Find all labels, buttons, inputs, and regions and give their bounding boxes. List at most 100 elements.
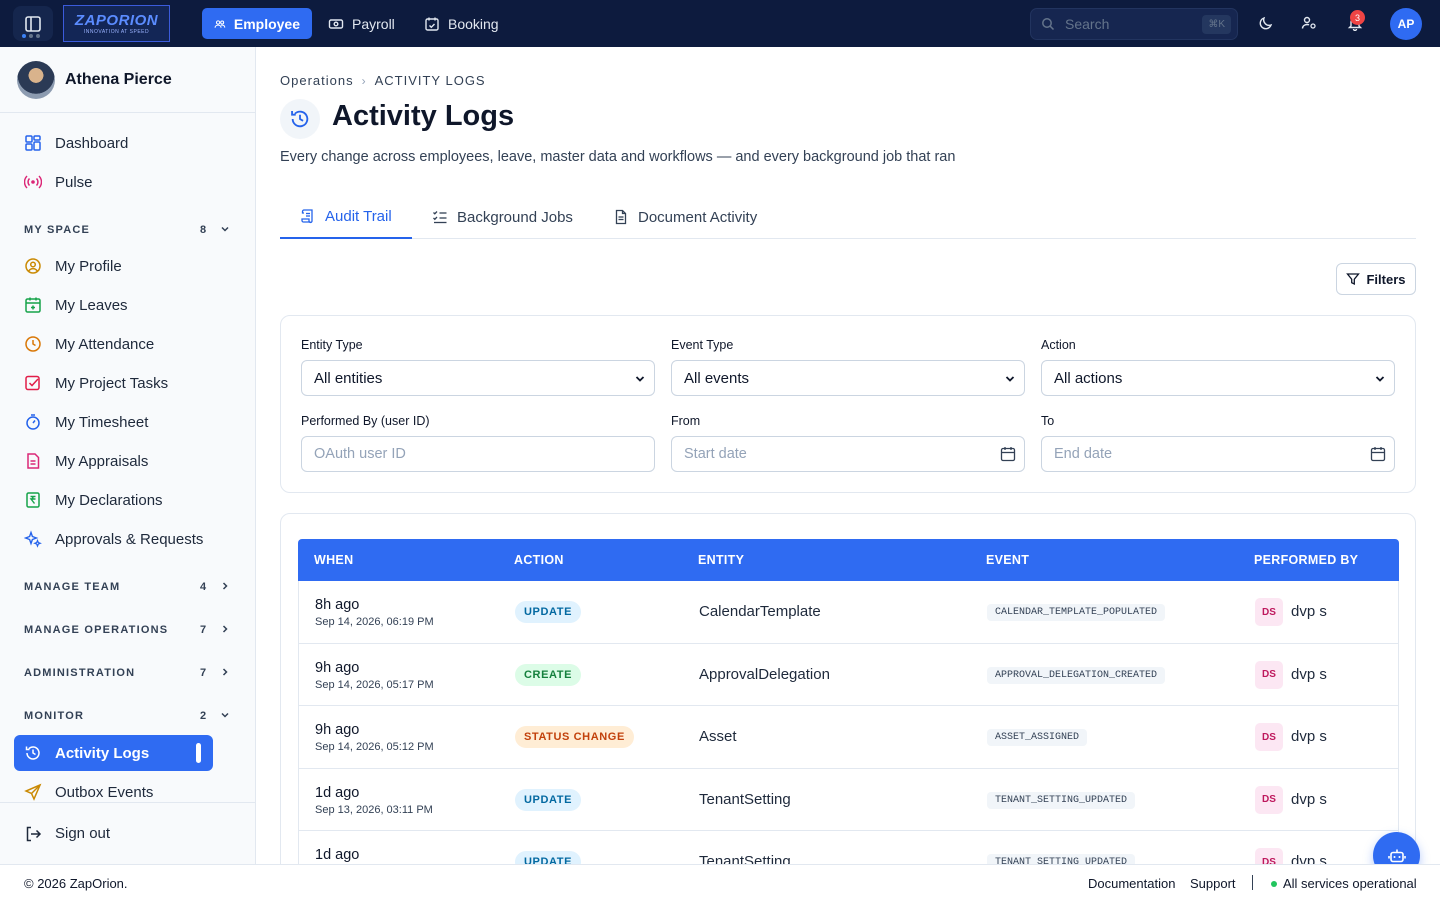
sidebar-user[interactable]: Athena Pierce (0, 47, 255, 113)
performed-by-placeholder: OAuth user ID (314, 446, 406, 462)
logo-wordmark: ZAPORION (74, 12, 159, 29)
filters-label: Filters (1366, 271, 1406, 287)
sidebar-item-pulse[interactable]: Pulse (14, 164, 213, 200)
sidebar-item-my-attendance[interactable]: My Attendance (14, 326, 213, 362)
column-header[interactable]: ACTION (514, 539, 564, 581)
table-row[interactable]: 9h ago Sep 14, 2026, 05:12 PM STATUS CHA… (298, 706, 1399, 769)
entity-type-select[interactable]: All entities (301, 360, 655, 396)
performer-name: dvp s (1291, 790, 1327, 808)
file-text-icon (615, 209, 627, 225)
event-code: APPROVAL_DELEGATION_CREATED (987, 666, 1166, 684)
sidebar-item-my-profile[interactable]: My Profile (14, 248, 213, 284)
column-header[interactable]: EVENT (986, 539, 1029, 581)
action-value: All actions (1054, 369, 1123, 387)
avatar: DS (1255, 660, 1283, 689)
when-absolute: Sep 14, 2026, 06:19 PM (315, 616, 434, 628)
table-row[interactable]: 1d ago Sep 13, 2026, 03:11 PM UPDATE Ten… (298, 768, 1399, 831)
sidebar-item-my-timesheet[interactable]: My Timesheet (14, 404, 213, 440)
section-title: MONITOR (24, 710, 85, 722)
section-count: 2 (200, 710, 207, 722)
table-row[interactable]: 9h ago Sep 14, 2026, 05:17 PM CREATE App… (298, 643, 1399, 706)
column-header[interactable]: PERFORMED BY (1254, 539, 1358, 581)
brand-logo[interactable]: ZAPORION INNOVATION AT SPEED (63, 5, 170, 42)
table-row[interactable]: 8h ago Sep 14, 2026, 06:19 PM UPDATE Cal… (298, 581, 1399, 644)
section-manage-team[interactable]: MANAGE TEAM 4 (24, 577, 234, 597)
clock-icon (25, 336, 41, 352)
avatar: DS (1255, 723, 1283, 751)
page-title: Activity Logs (332, 100, 515, 132)
filters-button[interactable]: Filters (1336, 263, 1416, 295)
action-label: Action (1041, 338, 1076, 352)
search-input[interactable]: Search ⌘K (1030, 8, 1238, 40)
calendar-icon[interactable] (1370, 446, 1386, 462)
sidebar-item-activity-logs[interactable]: Activity Logs (14, 735, 213, 771)
documentation-link[interactable]: Documentation (1088, 876, 1175, 891)
sidebar-item-label: My Declarations (55, 491, 163, 509)
service-status[interactable]: All services operational (1283, 876, 1417, 891)
section-count: 7 (200, 624, 207, 636)
entity-name: TenantSetting (699, 853, 791, 864)
list-checks-icon (433, 211, 447, 224)
tab-booking[interactable]: Booking (412, 8, 511, 39)
theme-toggle-button[interactable] (1255, 12, 1277, 34)
performer-name: dvp s (1291, 603, 1327, 620)
panel-left-icon (25, 15, 41, 32)
tab-employee[interactable]: Employee (202, 8, 312, 39)
moon-icon (1259, 16, 1273, 30)
tab-payroll[interactable]: Payroll (316, 8, 407, 39)
from-date-input[interactable]: Start date (671, 436, 1025, 472)
avatar: DS (1255, 785, 1283, 814)
column-header[interactable]: WHEN (314, 539, 353, 581)
chevron-down-icon (1005, 376, 1015, 382)
event-type-value: All events (684, 369, 750, 387)
sidebar-item-label: My Timesheet (55, 413, 149, 431)
sidebar-item-my-leaves[interactable]: My Leaves (14, 287, 213, 323)
money-icon (328, 18, 344, 29)
sign-out-button[interactable]: Sign out (0, 802, 255, 864)
event-code: TENANT_SETTING_UPDATED (987, 791, 1136, 809)
calendar-icon[interactable] (1000, 446, 1016, 462)
section-manage-operations[interactable]: MANAGE OPERATIONS 7 (24, 620, 234, 640)
tab-background-jobs[interactable]: Background Jobs (412, 195, 593, 239)
sign-out-label: Sign out (55, 825, 111, 842)
chevron-down-icon (635, 376, 645, 382)
section-my-space[interactable]: MY SPACE 8 (24, 220, 234, 240)
tab-document-activity[interactable]: Document Activity (593, 195, 777, 239)
sidebar-item-my-appraisals[interactable]: My Appraisals (14, 443, 213, 479)
sidebar-item-my-declarations[interactable]: My Declarations (14, 482, 213, 518)
tab-booking-label: Booking (448, 15, 499, 32)
user-settings-button[interactable] (1298, 12, 1320, 34)
sidebar-item-label: Approvals & Requests (55, 530, 204, 548)
sidebar-toggle-button[interactable] (13, 6, 53, 41)
checkbox-icon (25, 375, 40, 391)
search-placeholder: Search (1065, 16, 1110, 32)
performer-name: dvp s (1291, 665, 1327, 683)
column-header[interactable]: ENTITY (698, 539, 744, 581)
performed-by-input[interactable]: OAuth user ID (301, 436, 655, 472)
support-link[interactable]: Support (1190, 876, 1236, 891)
section-monitor[interactable]: MONITOR 2 (24, 706, 234, 726)
dots-indicator (22, 34, 40, 38)
sidebar-item-approvals-requests[interactable]: Approvals & Requests (14, 521, 213, 557)
event-type-select[interactable]: All events (671, 360, 1025, 396)
document-icon (27, 453, 40, 469)
action-select[interactable]: All actions (1041, 360, 1395, 396)
user-avatar-button[interactable]: AP (1390, 8, 1422, 40)
sidebar-item-dashboard[interactable]: Dashboard (14, 125, 213, 161)
rupee-icon (26, 492, 40, 508)
to-date-input[interactable]: End date (1041, 436, 1395, 472)
user-circle-icon (25, 258, 41, 274)
active-indicator (196, 743, 201, 763)
action-badge: STATUS CHANGE (515, 726, 634, 748)
top-navbar: ZAPORION INNOVATION AT SPEED Employee Pa… (0, 0, 1440, 47)
sidebar-item-label: Outbox Events (55, 783, 154, 801)
performer-name: dvp s (1291, 728, 1327, 745)
tab-audit-trail[interactable]: Audit Trail (280, 195, 412, 239)
sidebar-item-my-project-tasks[interactable]: My Project Tasks (14, 365, 213, 401)
footer-divider (1252, 875, 1253, 890)
section-administration[interactable]: ADMINISTRATION 7 (24, 663, 234, 683)
user-cog-icon (1301, 16, 1316, 29)
table-row[interactable]: 1d ago UPDATE TenantSetting TENANT_SETTI… (298, 831, 1399, 864)
breadcrumb-parent[interactable]: Operations (280, 73, 354, 88)
from-label: From (671, 414, 701, 428)
